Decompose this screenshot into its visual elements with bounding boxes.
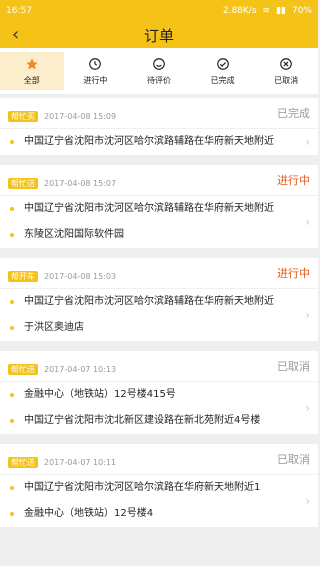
address-list: 中国辽宁省沈阳市沈河区哈尔滨路辅路在华府新天地附近 东陵区沈阳国际软件园 ›	[0, 196, 318, 248]
address-item: 中国辽宁省沈阳市沈北新区建设路在新北苑附近4号楼	[0, 408, 318, 434]
address-item: 东陵区沈阳国际软件园	[0, 222, 318, 248]
network-speed: 2.88K/s	[222, 6, 257, 16]
address-dot-icon	[10, 233, 14, 237]
address-text: 中国辽宁省沈阳市沈河区哈尔滨路辅路在华府新天地附近	[24, 136, 274, 147]
order-card[interactable]: 帮开车 2017-04-08 15:03 进行中 中国辽宁省沈阳市沈河区哈尔滨路辅…	[0, 258, 318, 341]
app-header: ‹ 订单	[0, 22, 318, 48]
cancel-icon	[280, 57, 293, 70]
order-header: 帮忙送 2017-04-08 15:07 进行中	[0, 165, 318, 196]
signal-icon: ▮▮	[276, 6, 286, 16]
address-list: 中国辽宁省沈阳市沈河区哈尔滨路在华府新天地附近1 金融中心（地铁站）12号楼4 …	[0, 475, 318, 527]
order-status: 进行中	[277, 267, 310, 280]
tab-label: 已完成	[210, 75, 235, 85]
status-time: 16:57	[6, 6, 32, 16]
order-type-badge: 帮忙送	[8, 456, 38, 468]
chevron-right-icon: ›	[305, 308, 310, 322]
chevron-right-icon: ›	[305, 135, 310, 149]
order-card[interactable]: 帮忙送 2017-04-08 15:07 进行中 中国辽宁省沈阳市沈河区哈尔滨路辅…	[0, 165, 318, 248]
order-header: 帮开车 2017-04-08 15:03 进行中	[0, 258, 318, 289]
address-text: 中国辽宁省沈阳市沈河区哈尔滨路辅路在华府新天地附近	[24, 203, 274, 214]
address-dot-icon	[10, 326, 14, 330]
address-list: 中国辽宁省沈阳市沈河区哈尔滨路辅路在华府新天地附近 ›	[0, 129, 318, 155]
status-right: 2.88K/s ≋ ▮▮ 70%	[223, 6, 312, 16]
address-text: 东陵区沈阳国际软件园	[24, 229, 124, 240]
tab-cancelled[interactable]: 已取消	[254, 52, 318, 90]
address-text: 中国辽宁省沈阳市沈河区哈尔滨路在华府新天地附近1	[24, 482, 261, 493]
address-item: 中国辽宁省沈阳市沈河区哈尔滨路辅路在华府新天地附近	[0, 289, 318, 315]
battery-level: 70%	[291, 6, 312, 16]
chevron-right-icon: ›	[305, 401, 310, 415]
address-item: 中国辽宁省沈阳市沈河区哈尔滨路辅路在华府新天地附近	[0, 129, 318, 155]
tab-in-progress[interactable]: 进行中	[64, 52, 128, 90]
tab-label: 全部	[23, 75, 40, 85]
order-date: 2017-04-07 10:11	[44, 457, 117, 467]
tab-label: 进行中	[83, 75, 108, 85]
order-header: 帮忙买 2017-04-08 15:09 已完成	[0, 98, 318, 129]
order-date: 2017-04-08 15:07	[44, 178, 117, 188]
tab-to-review[interactable]: 待评价	[127, 52, 191, 90]
order-header: 帮忙送 2017-04-07 10:11 已取消	[0, 444, 318, 475]
order-date: 2017-04-08 15:03	[44, 271, 117, 281]
order-status: 已完成	[277, 107, 310, 120]
order-date: 2017-04-08 15:09	[44, 111, 117, 121]
order-date: 2017-04-07 10:13	[44, 364, 117, 374]
tab-label: 已取消	[274, 75, 299, 85]
order-card[interactable]: 帮忙送 2017-04-07 10:13 已取消 金融中心（地铁站）12号楼415…	[0, 351, 318, 434]
address-dot-icon	[10, 393, 14, 397]
order-card[interactable]: 帮忙买 2017-04-08 15:09 已完成 中国辽宁省沈阳市沈河区哈尔滨路辅…	[0, 98, 318, 155]
address-item: 中国辽宁省沈阳市沈河区哈尔滨路在华府新天地附近1	[0, 475, 318, 501]
address-item: 于洪区奥迪店	[0, 315, 318, 341]
address-list: 金融中心（地铁站）12号楼415号 中国辽宁省沈阳市沈北新区建设路在新北苑附近4…	[0, 382, 318, 434]
address-dot-icon	[10, 486, 14, 490]
order-type-badge: 帮忙买	[8, 110, 38, 122]
order-status: 已取消	[277, 360, 310, 373]
order-list: 帮忙买 2017-04-08 15:09 已完成 中国辽宁省沈阳市沈河区哈尔滨路辅…	[0, 98, 318, 566]
address-dot-icon	[10, 140, 14, 144]
address-text: 中国辽宁省沈阳市沈北新区建设路在新北苑附近4号楼	[24, 415, 261, 426]
address-item: 金融中心（地铁站）12号楼4	[0, 501, 318, 527]
order-status: 进行中	[277, 174, 310, 187]
address-dot-icon	[10, 512, 14, 516]
chevron-right-icon: ›	[305, 215, 310, 229]
smile-icon	[153, 57, 165, 70]
order-type-badge: 帮忙送	[8, 177, 38, 189]
tab-label: 待评价	[146, 75, 171, 85]
order-type-badge: 帮忙送	[8, 363, 38, 375]
address-item: 中国辽宁省沈阳市沈河区哈尔滨路辅路在华府新天地附近	[0, 196, 318, 222]
address-dot-icon	[10, 207, 14, 211]
back-icon[interactable]: ‹	[12, 24, 19, 45]
clock-icon	[89, 57, 102, 70]
order-status: 已取消	[277, 453, 310, 466]
star-icon	[25, 57, 38, 70]
address-item: 金融中心（地铁站）12号楼415号	[0, 382, 318, 408]
address-list: 中国辽宁省沈阳市沈河区哈尔滨路辅路在华府新天地附近 于洪区奥迪店 ›	[0, 289, 318, 341]
tab-completed[interactable]: 已完成	[191, 52, 255, 90]
page-title: 订单	[143, 26, 174, 45]
address-text: 于洪区奥迪店	[24, 322, 84, 333]
order-type-badge: 帮开车	[8, 270, 38, 282]
address-dot-icon	[10, 419, 14, 423]
status-bar: 16:57 2.88K/s ≋ ▮▮ 70%	[0, 0, 318, 22]
order-header: 帮忙送 2017-04-07 10:13 已取消	[0, 351, 318, 382]
order-card[interactable]: 帮忙送 2017-04-07 10:11 已取消 中国辽宁省沈阳市沈河区哈尔滨路在…	[0, 444, 318, 527]
check-icon	[216, 57, 229, 70]
address-text: 金融中心（地铁站）12号楼415号	[24, 389, 176, 400]
wifi-icon: ≋	[262, 6, 271, 16]
address-text: 中国辽宁省沈阳市沈河区哈尔滨路辅路在华府新天地附近	[24, 296, 274, 307]
order-tabs: 全部 进行中 待评价 已完成 已取消	[0, 48, 318, 94]
address-text: 金融中心（地铁站）12号楼4	[24, 508, 154, 519]
tab-all[interactable]: 全部	[0, 52, 64, 90]
address-dot-icon	[10, 300, 14, 304]
chevron-right-icon: ›	[305, 494, 310, 508]
